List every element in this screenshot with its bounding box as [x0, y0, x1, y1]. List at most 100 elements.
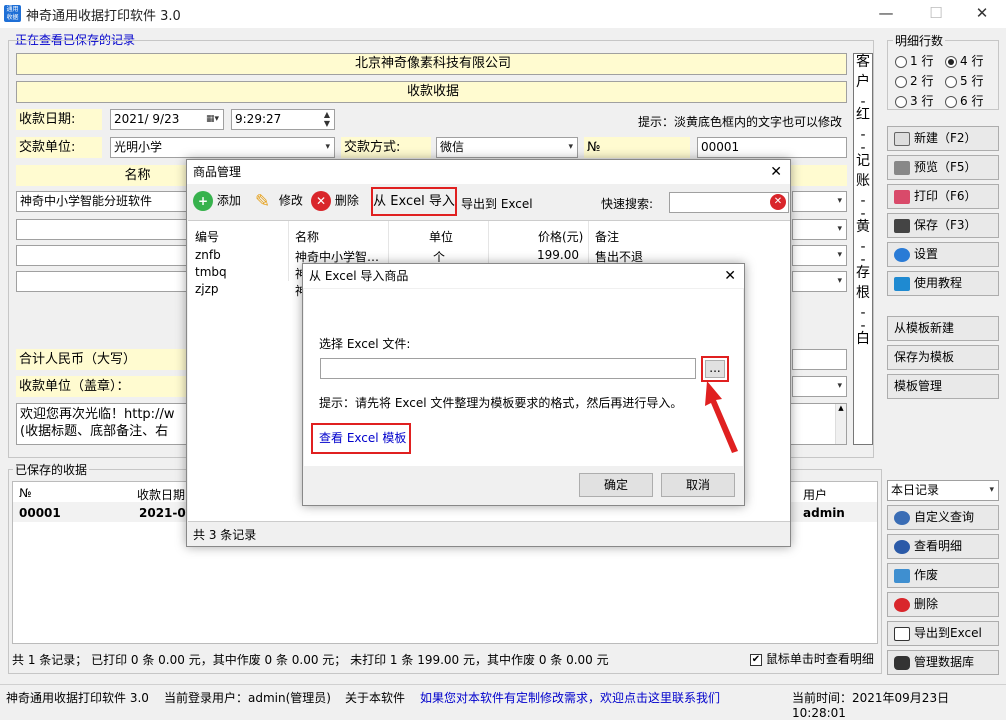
product-dialog-title: 商品管理 ✕: [187, 160, 790, 184]
row4-name[interactable]: [16, 271, 188, 292]
row-price[interactable]: 199.00: [537, 248, 579, 262]
cancel-button[interactable]: 取消: [661, 473, 735, 497]
click-view-checkbox[interactable]: ✔ 鼠标单击时查看明细: [750, 650, 874, 667]
total-extra[interactable]: [792, 349, 847, 370]
settings-button[interactable]: 设置: [887, 242, 999, 267]
radio-4-row[interactable]: 4 行: [945, 52, 983, 69]
maximize-button[interactable]: ☐: [916, 3, 956, 25]
file-path-input[interactable]: [320, 358, 696, 379]
receiver-label[interactable]: 收款单位（盖章）：: [16, 376, 188, 397]
search-input[interactable]: ✕: [669, 192, 789, 213]
template-manage-button[interactable]: 模板管理: [887, 374, 999, 399]
vertical-note-char: 红: [856, 107, 870, 123]
col-no[interactable]: №: [19, 486, 31, 500]
row-code[interactable]: tmbq: [195, 265, 227, 279]
total-label[interactable]: 合计人民币（大写）: [16, 349, 188, 370]
status-time: 当前时间：2021年09月23日 10:28:01: [792, 691, 950, 720]
payer-label[interactable]: 交款单位:: [16, 137, 102, 158]
floppy-icon: [894, 218, 910, 233]
custom-query-button[interactable]: 自定义查询: [887, 505, 999, 530]
pencil-icon: ✎: [255, 191, 271, 212]
time-picker[interactable]: 9:29:27 ▲ ▼: [231, 109, 335, 130]
col-header-extra[interactable]: [788, 165, 847, 186]
x-circle-icon: ✕: [311, 191, 331, 211]
radio-3-row[interactable]: 3 行: [895, 92, 933, 109]
radio-1-row[interactable]: 1 行: [895, 52, 933, 69]
vertical-note-char: 黄: [856, 219, 870, 235]
row-code[interactable]: znfb: [195, 248, 221, 262]
trash-icon: [894, 568, 910, 583]
radio-2-row[interactable]: 2 行: [895, 72, 933, 89]
no-field[interactable]: 00001: [697, 137, 847, 158]
void-button[interactable]: 作废: [887, 563, 999, 588]
record-filter-select[interactable]: 本日记录 ▾: [887, 480, 999, 501]
preview-button[interactable]: 预览（F5）: [887, 155, 999, 180]
company-field[interactable]: 北京神奇像素科技有限公司: [16, 53, 847, 75]
export-excel-dialog-button[interactable]: 导出到 Excel: [461, 195, 533, 212]
method-select[interactable]: 微信 ▾: [436, 137, 578, 158]
no-label[interactable]: №: [584, 137, 690, 158]
row3-extra-select[interactable]: ▾: [792, 245, 847, 266]
radio-6-row[interactable]: 6 行: [945, 92, 983, 109]
close-icon[interactable]: ✕: [724, 264, 736, 288]
col-name[interactable]: 名称: [295, 228, 319, 245]
copy-color-note: 客户-红--记账--黄--存根--白: [853, 53, 873, 445]
row1-name[interactable]: 神奇中小学智能分班软件: [16, 191, 188, 212]
new-button[interactable]: 新建（F2）: [887, 126, 999, 151]
view-template-link[interactable]: 查看 Excel 模板: [311, 423, 411, 454]
row-code[interactable]: zjzp: [195, 282, 219, 296]
manage-db-button[interactable]: 管理数据库: [887, 650, 999, 675]
save-as-template-button[interactable]: 保存为模板: [887, 345, 999, 370]
row4-extra-select[interactable]: ▾: [792, 271, 847, 292]
ok-button[interactable]: 确定: [579, 473, 653, 497]
chevron-down-icon: ▾: [568, 142, 573, 152]
vertical-note-char: 户: [856, 74, 870, 90]
col-date[interactable]: 收款日期: [137, 486, 185, 503]
row2-extra-select[interactable]: ▾: [792, 219, 847, 240]
import-excel-button[interactable]: 从 Excel 导入: [371, 187, 457, 216]
add-button[interactable]: + 添加: [193, 191, 241, 211]
date-picker[interactable]: 2021/ 9/23 ▦▾: [110, 109, 224, 130]
save-button[interactable]: 保存（F3）: [887, 213, 999, 238]
window-title: 神奇通用收据打印软件 3.0: [26, 9, 181, 24]
payer-select[interactable]: 光明小学 ▾: [110, 137, 335, 158]
doc-title-field[interactable]: 收款收据: [16, 81, 847, 103]
delete-button[interactable]: ✕ 删除: [311, 191, 359, 211]
edit-button[interactable]: ✎ 修改: [255, 191, 303, 212]
new-from-template-button[interactable]: 从模板新建: [887, 316, 999, 341]
col-note[interactable]: 备注: [595, 228, 619, 245]
radio-5-row[interactable]: 5 行: [945, 72, 983, 89]
spinner-icon[interactable]: ▲ ▼: [324, 110, 330, 128]
remark-scrollbar[interactable]: ▲: [835, 404, 846, 444]
col-unit[interactable]: 单位: [429, 228, 453, 245]
about-link[interactable]: 关于本软件: [345, 689, 405, 706]
status-app: 神奇通用收据打印软件 3.0: [6, 691, 149, 705]
vertical-note-char: 记: [856, 153, 870, 169]
receiver-extra[interactable]: ▾: [792, 376, 847, 397]
calendar-icon[interactable]: ▦▾: [206, 110, 219, 129]
date-label[interactable]: 收款日期:: [16, 109, 102, 130]
row-no: 00001: [19, 506, 61, 520]
print-button[interactable]: 打印（F6）: [887, 184, 999, 209]
col-code[interactable]: 编号: [195, 228, 219, 245]
browse-button[interactable]: ...: [705, 360, 725, 378]
clear-icon[interactable]: ✕: [770, 194, 786, 210]
export-excel-button[interactable]: 导出到Excel: [887, 621, 999, 646]
contact-link[interactable]: 如果您对本软件有定制修改需求，欢迎点击这里联系我们: [420, 689, 720, 706]
delete-record-button[interactable]: 删除: [887, 592, 999, 617]
method-label[interactable]: 交款方式:: [341, 137, 431, 158]
tutorial-button[interactable]: 使用教程: [887, 271, 999, 296]
minimize-button[interactable]: —: [866, 3, 906, 25]
eye-icon: [894, 539, 910, 554]
close-icon[interactable]: ✕: [770, 160, 782, 184]
col-price[interactable]: 价格(元): [538, 228, 583, 245]
select-file-label: 选择 Excel 文件:: [319, 337, 411, 351]
app-icon: 通用收据: [4, 5, 21, 22]
row2-name[interactable]: [16, 219, 188, 240]
view-detail-button[interactable]: 查看明细: [887, 534, 999, 559]
close-button[interactable]: ✕: [962, 3, 1002, 25]
col-user[interactable]: 用户: [803, 486, 827, 503]
row3-name[interactable]: [16, 245, 188, 266]
row1-extra-select[interactable]: ▾: [792, 191, 847, 212]
hint-text: 提示：淡黄底色框内的文字也可以修改: [638, 115, 843, 129]
